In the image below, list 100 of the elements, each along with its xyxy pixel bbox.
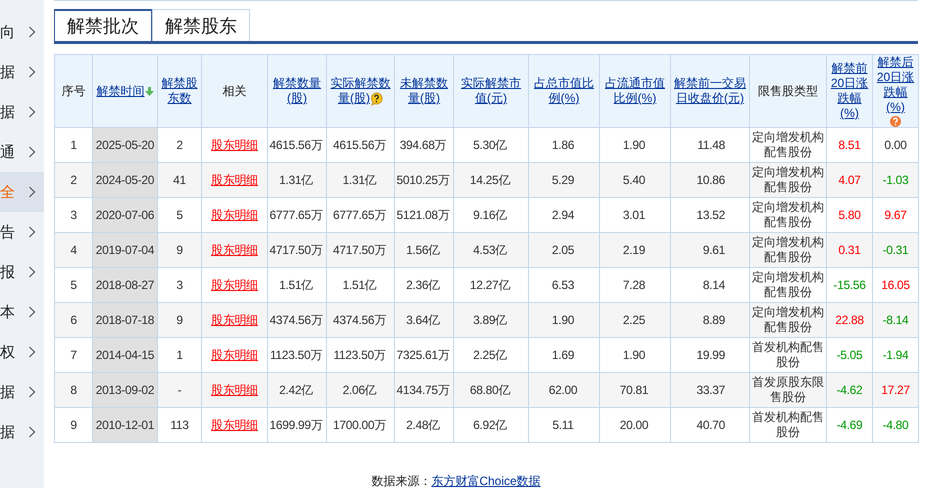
sidebar-item[interactable]: 据 <box>0 412 44 452</box>
table-cell: 10.86 <box>670 162 750 198</box>
table-cell: 定向增发机构配售股份 <box>750 162 826 198</box>
change-value: 22.88 <box>835 312 864 326</box>
table-cell: 9 <box>158 302 202 338</box>
table-cell: 2.48亿 <box>394 408 454 442</box>
table-cell: 1699.99万 <box>268 408 326 442</box>
tab[interactable]: 解禁批次 <box>54 9 152 41</box>
change-value: 0.00 <box>884 138 907 152</box>
table-cell: 8 <box>54 372 92 408</box>
table-cell: 2.94 <box>528 198 600 232</box>
table-cell: 68.80亿 <box>454 372 528 408</box>
change-value: -15.56 <box>833 278 866 292</box>
table-cell: 9.16亿 <box>454 198 528 232</box>
table-cell: 40.70 <box>670 408 750 442</box>
table-cell: 2.25亿 <box>454 338 528 372</box>
table-cell: 2024-05-20 <box>92 162 158 198</box>
table-cell: 定向增发机构配售股份 <box>750 128 826 162</box>
sidebar-item[interactable]: 权 <box>0 332 44 372</box>
table-cell: 1.56亿 <box>394 232 454 268</box>
table-cell: 2.25 <box>600 302 670 338</box>
table-cell: 2018-08-27 <box>92 268 158 302</box>
source-label: 数据来源： <box>371 473 432 488</box>
chevron-right-icon <box>28 386 36 398</box>
change-value: 8.51 <box>838 138 861 152</box>
column-header-link[interactable]: 解禁时间 <box>96 84 154 98</box>
table-cell: 4 <box>54 232 92 268</box>
table-cell: 1.31亿 <box>268 162 326 198</box>
table-cell: 2014-04-15 <box>92 338 158 372</box>
change-value: 17.27 <box>881 382 910 396</box>
table-cell: 8.89 <box>670 302 750 338</box>
table-cell: 首发机构配售股份 <box>750 338 826 372</box>
source-link[interactable]: 东方财富Choice数据 <box>431 473 541 488</box>
table-cell: 首发原股东限售股份 <box>750 372 826 408</box>
table-cell: 7 <box>54 338 92 372</box>
column-header: 序号 <box>62 84 86 98</box>
change-value: 4.07 <box>838 172 861 186</box>
change-value: -1.03 <box>882 172 908 186</box>
table-cell: 3 <box>54 198 92 232</box>
sidebar-item[interactable]: 据 <box>0 372 44 412</box>
sort-down-icon[interactable] <box>144 86 154 96</box>
table-cell: 2.19 <box>600 232 670 268</box>
table-cell: 5.30亿 <box>454 128 528 162</box>
table-cell: 定向增发机构配售股份 <box>750 302 826 338</box>
table-cell: 3.89亿 <box>454 302 528 338</box>
sidebar-item[interactable]: 向 <box>0 12 44 52</box>
tab[interactable]: 解禁股东 <box>152 9 250 41</box>
table-cell: 2025-05-20 <box>92 128 158 162</box>
table-cell: 33.37 <box>670 372 750 408</box>
table-cell: 2.36亿 <box>394 268 454 302</box>
table-cell: 9.61 <box>670 232 750 268</box>
table-cell: 19.99 <box>670 338 750 372</box>
table-cell: 4374.56万 <box>268 302 326 338</box>
sidebar-item[interactable]: 据 <box>0 52 44 92</box>
table-cell: 9 <box>158 232 202 268</box>
table-cell: 4717.50万 <box>326 232 394 268</box>
table-cell: 4615.56万 <box>268 128 326 162</box>
chevron-right-icon <box>28 306 36 318</box>
table-cell: 4134.75万 <box>394 372 454 408</box>
table-cell: 5.40 <box>600 162 670 198</box>
chevron-right-icon <box>28 186 36 198</box>
change-value: -0.31 <box>882 242 908 256</box>
change-value: -4.80 <box>882 418 908 432</box>
chevron-right-icon <box>28 266 36 278</box>
table-cell: 11.48 <box>670 128 750 162</box>
table-cell: 1123.50万 <box>326 338 394 372</box>
table-cell: 2.42亿 <box>268 372 326 408</box>
change-value: 5.80 <box>838 208 861 222</box>
sidebar-item[interactable]: 据 <box>0 92 44 132</box>
column-header: 相关 <box>222 84 246 98</box>
change-value: 9.67 <box>884 208 907 222</box>
table-cell: 5121.08万 <box>394 198 454 232</box>
sidebar-item[interactable]: 报 <box>0 252 44 292</box>
chevron-right-icon <box>28 346 36 358</box>
table-cell: 1123.50万 <box>268 338 326 372</box>
sidebar-item[interactable]: 告 <box>0 212 44 252</box>
table-cell: 113 <box>158 408 202 442</box>
table-cell: 定向增发机构配售股份 <box>750 232 826 268</box>
table-cell: 62.00 <box>528 372 600 408</box>
table-cell: 1.90 <box>600 338 670 372</box>
chevron-right-icon <box>28 226 36 238</box>
table-cell: 12.27亿 <box>454 268 528 302</box>
sidebar-item[interactable]: 本 <box>0 292 44 332</box>
table-cell: 5 <box>54 268 92 302</box>
table-cell: 1.86 <box>528 128 600 162</box>
table-cell: 2 <box>54 162 92 198</box>
change-value: 0.31 <box>838 242 861 256</box>
change-value: -8.14 <box>882 312 908 326</box>
change-value: -1.94 <box>882 348 908 362</box>
table-cell: 2 <box>158 128 202 162</box>
table-cell: 6 <box>54 302 92 338</box>
table-cell: 1.51亿 <box>268 268 326 302</box>
table-cell: 5010.25万 <box>394 162 454 198</box>
table-cell: 定向增发机构配售股份 <box>750 268 826 302</box>
sidebar-item[interactable]: 通 <box>0 132 44 172</box>
chevron-right-icon <box>28 426 36 438</box>
help-icon[interactable] <box>370 92 383 106</box>
table-cell: 2018-07-18 <box>92 302 158 338</box>
table-cell: 1.51亿 <box>326 268 394 302</box>
table-cell: 2.05 <box>528 232 600 268</box>
